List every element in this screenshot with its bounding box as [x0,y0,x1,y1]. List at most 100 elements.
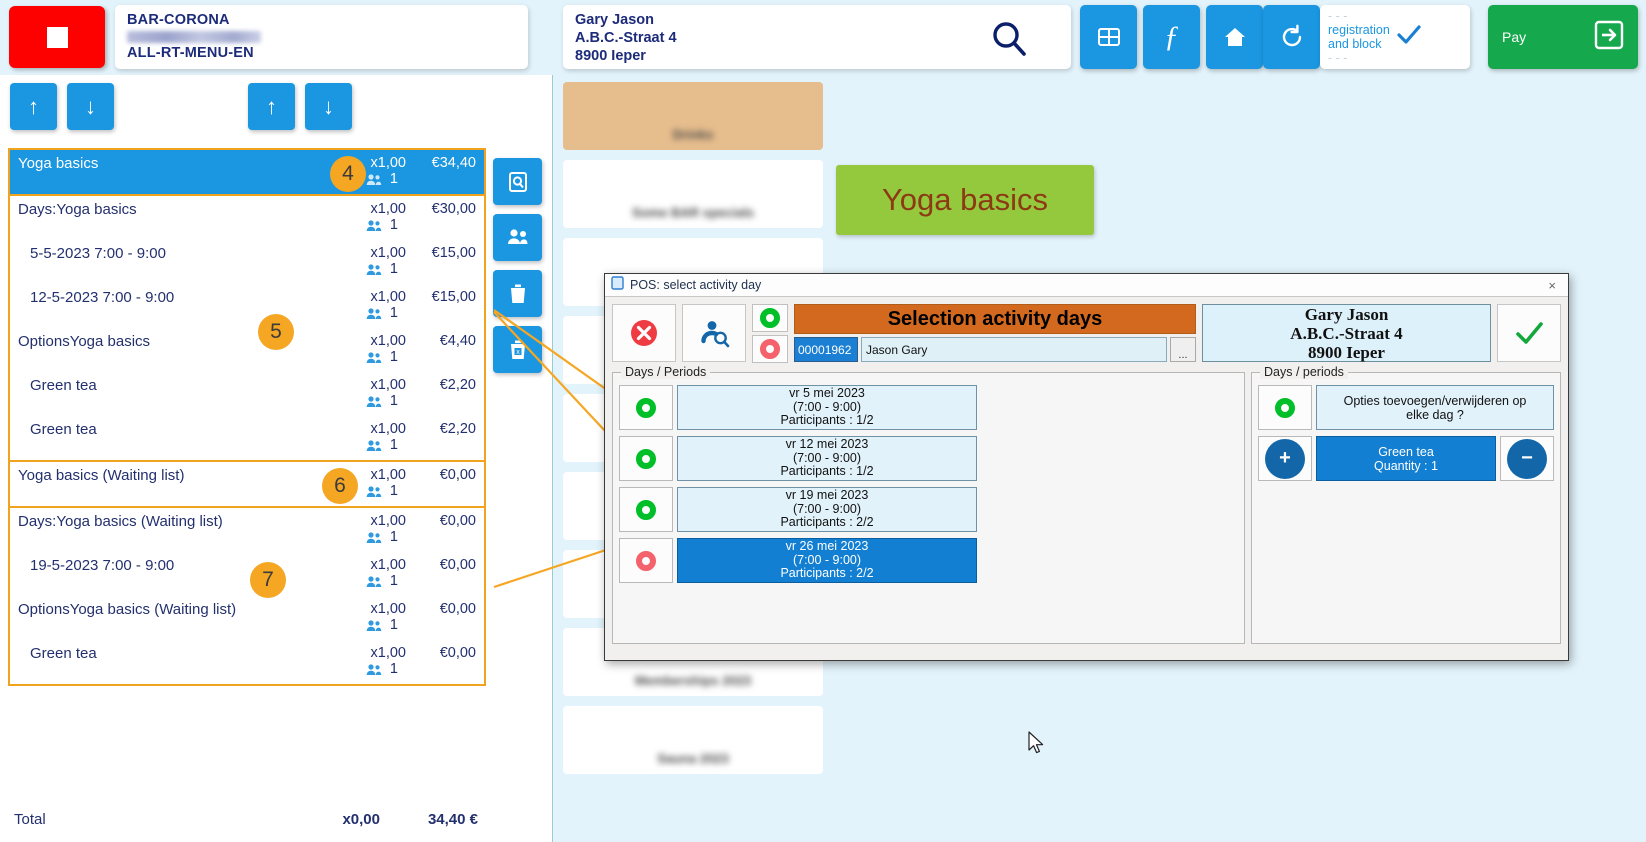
order-row-name: 12-5-2023 7:00 - 9:00 [30,289,175,306]
people-icon [366,575,382,587]
delete-all-button[interactable]: x [493,326,542,373]
line-up-button[interactable]: ↑ [248,83,295,130]
order-row[interactable]: Green tea x1,00 €2,20 1 [10,416,484,460]
annotation-badge: 4 [330,156,366,192]
registration-line1: registration [1328,23,1390,37]
order-row-people: 1 [366,217,398,233]
day-availability-toggle[interactable] [619,385,673,430]
order-row-name: Yoga basics [18,155,99,172]
order-row[interactable]: 5-5-2023 7:00 - 9:00 x1,00 €15,00 1 [10,240,484,284]
delete-button[interactable] [493,270,542,317]
day-availability-toggle[interactable] [619,436,673,481]
line-down-button[interactable]: ↓ [305,83,352,130]
cancel-button[interactable] [612,304,676,362]
dialog-panes: Days / Periods vr 5 mei 2023 (7:00 - 9:00… [612,365,1561,644]
dialog-body: Selection activity days 00001962 Jason G… [605,297,1568,660]
order-row[interactable]: Green tea x1,00 €2,20 1 [10,372,484,416]
option-decrease-cell[interactable]: − [1500,436,1554,481]
day-row[interactable]: vr 19 mei 2023 (7:00 - 9:00) Participants … [619,487,1238,532]
dialog-customer-city: 8900 Ieper [1308,342,1385,362]
registration-and-block-button[interactable]: - - - registration and block - - - [1320,5,1470,69]
order-row-amount: €0,00 [439,557,476,573]
day-info-box[interactable]: vr 5 mei 2023 (7:00 - 9:00) Participants :… [677,385,977,430]
menu-tile[interactable]: Drinks [563,82,823,150]
day-availability-toggle[interactable] [619,538,673,583]
scroll-up-button[interactable]: ↑ [10,83,57,130]
search-person-button[interactable] [682,304,746,362]
order-side-buttons: x [493,158,545,382]
order-row-name: Green tea [30,645,97,662]
order-row[interactable]: 12-5-2023 7:00 - 9:00 x1,00 €15,00 1 [10,284,484,328]
order-row-people-count: 1 [389,661,398,677]
customer-id-field[interactable]: 00001962 [794,337,858,362]
order-row-qty: x1,00 [370,557,406,573]
red-ring-icon [636,550,656,571]
search-icon[interactable] [989,19,1029,64]
customer-name-field[interactable]: Jason Gary [861,337,1167,362]
state-full-button[interactable] [752,335,788,363]
customer-card[interactable]: Gary Jason A.B.C.-Straat 4 8900 Ieper [563,5,1071,69]
close-icon[interactable]: × [1542,278,1562,293]
day-row[interactable]: vr 12 mei 2023 (7:00 - 9:00) Participants … [619,436,1238,481]
order-total-row: Total x0,00 34,40 € [8,811,486,828]
day-time: (7:00 - 9:00) [792,552,862,567]
grid-button[interactable] [1080,5,1137,69]
people-icon [366,263,382,275]
order-row[interactable]: OptionsYoga basics (Waiting list) x1,00 €0… [10,596,484,640]
dialog-customer-name: Gary Jason [1304,304,1389,324]
order-row[interactable]: OptionsYoga basics x1,00 €4,40 1 [10,328,484,372]
people-icon [366,663,382,675]
day-availability-toggle[interactable] [619,487,673,532]
participants-button[interactable] [493,214,542,261]
order-row-amount: €0,00 [439,467,476,483]
day-info-box[interactable]: vr 26 mei 2023 (7:00 - 9:00) Participants … [677,538,977,583]
menu-tile-label: Memberships 2023 [634,673,752,688]
refresh-button[interactable] [1263,5,1320,69]
scroll-down-button[interactable]: ↓ [67,83,114,130]
order-row-people: 1 [366,349,398,365]
order-row[interactable]: Yoga basics (Waiting list) x1,00 €0,00 1 [10,462,484,506]
option-increase-cell[interactable]: + [1258,436,1312,481]
order-panel: ↑ ↓ ↑ ↓ x Yoga basics x1,00 €34,40 1 4 Days:Y… [0,75,553,842]
people-icon [366,485,382,497]
menu-tile[interactable]: Sauna 2023 [563,706,823,774]
order-row-name: OptionsYoga basics (Waiting list) [18,601,237,618]
day-participants: Participants : 1/2 [780,413,874,428]
day-row[interactable]: vr 26 mei 2023 (7:00 - 9:00) Participants … [619,538,1238,583]
search-ticket-button[interactable] [493,158,542,205]
state-available-button[interactable] [752,304,788,332]
logo-button[interactable] [9,6,105,68]
pay-button[interactable]: Pay [1488,5,1638,69]
minus-icon[interactable]: − [1507,438,1547,479]
menu-tile[interactable]: Some BAR specials [563,160,823,228]
function-button[interactable]: ƒ [1143,5,1200,69]
days-periods-legend: Days / Periods [621,365,711,379]
option-item-box[interactable]: Green tea Quantity : 1 [1316,436,1496,481]
order-row-people-count: 1 [389,171,398,187]
dialog-banner-label: Selection activity days [887,307,1103,330]
options-question-box[interactable]: Opties toevoegen/verwijderen op elke dag… [1316,385,1554,430]
order-row-people: 1 [366,617,398,633]
order-row-qty: x1,00 [370,289,406,305]
state-toggle-group [752,304,788,363]
day-info-box[interactable]: vr 12 mei 2023 (7:00 - 9:00) Participants … [677,436,977,481]
order-row[interactable]: Green tea x1,00 €0,00 1 [10,640,484,684]
order-row[interactable]: 19-5-2023 7:00 - 9:00 x1,00 €0,00 1 [10,552,484,596]
confirm-button[interactable] [1497,304,1561,362]
plus-icon[interactable]: + [1265,438,1305,479]
store-title-card[interactable]: BAR-CORONA ALL-RT-MENU-EN [115,5,528,69]
options-question-toggle[interactable] [1258,385,1312,430]
day-row[interactable]: vr 5 mei 2023 (7:00 - 9:00) Participants :… [619,385,1238,430]
day-info-box[interactable]: vr 19 mei 2023 (7:00 - 9:00) Participants … [677,487,977,532]
customer-browse-button[interactable]: ... [1170,337,1196,362]
order-row[interactable]: Yoga basics x1,00 €34,40 1 [10,150,484,194]
order-row-qty: x1,00 [370,601,406,617]
home-button[interactable] [1206,5,1263,69]
product-button-yoga-basics[interactable]: Yoga basics [836,165,1094,235]
order-row[interactable]: Days:Yoga basics (Waiting list) x1,00 €0,0… [10,508,484,552]
product-button-label: Yoga basics [881,182,1049,217]
order-row-people: 1 [366,437,398,453]
order-row[interactable]: Days:Yoga basics x1,00 €30,00 1 [10,196,484,240]
options-question-row: Opties toevoegen/verwijderen op elke dag… [1258,385,1554,430]
order-row-amount: €0,00 [439,601,476,617]
